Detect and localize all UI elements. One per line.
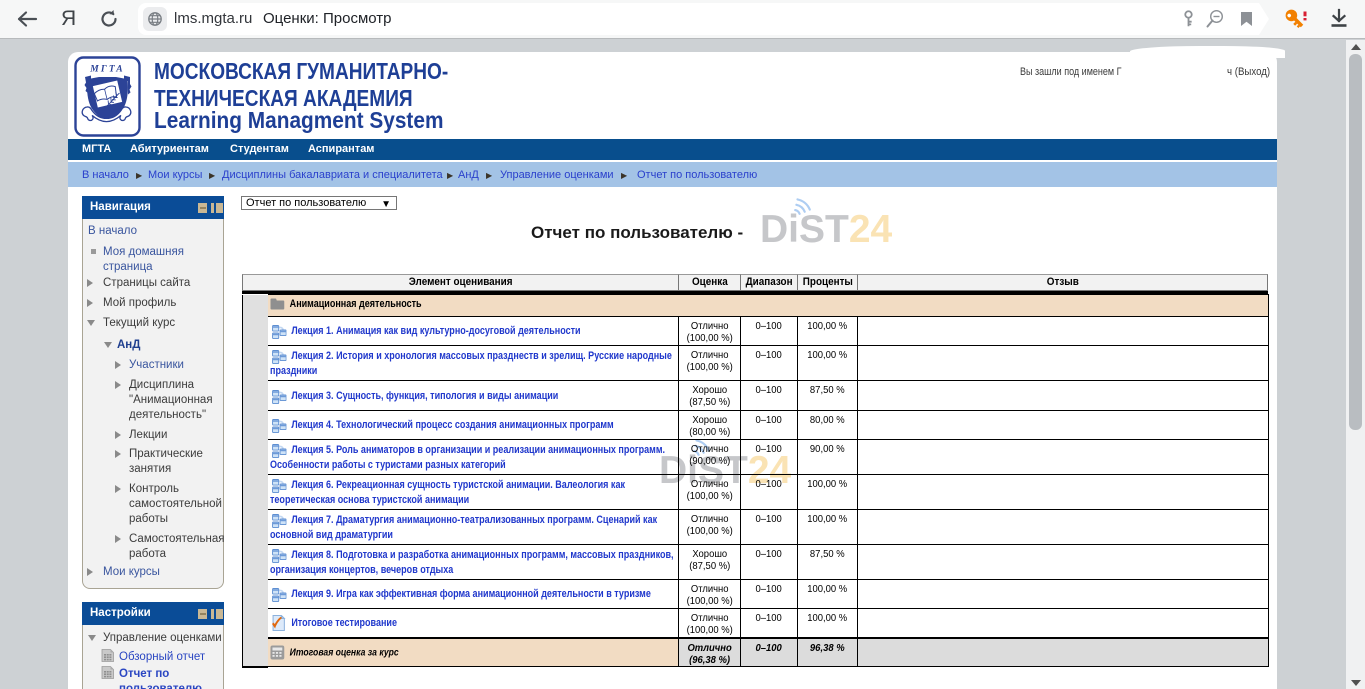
svg-text:МГТА: МГТА [89,65,125,75]
